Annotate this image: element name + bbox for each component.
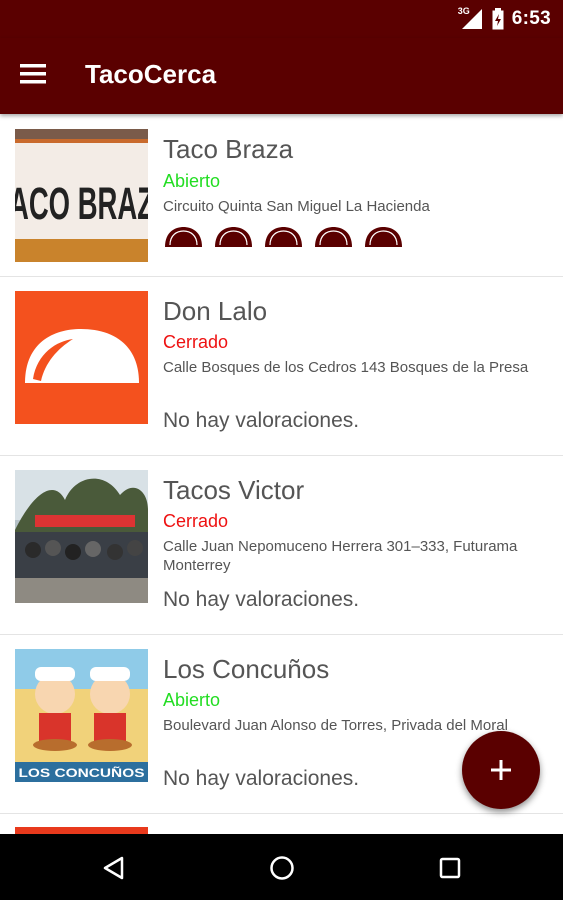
list-item[interactable] bbox=[0, 814, 563, 834]
restaurant-thumbnail bbox=[15, 470, 148, 603]
taco-rating-icon bbox=[265, 227, 302, 247]
taco-rating-icon bbox=[215, 227, 252, 247]
battery-icon bbox=[492, 8, 504, 30]
restaurant-thumbnail bbox=[15, 291, 148, 424]
status-bar: 3G 6:53 bbox=[0, 0, 563, 38]
restaurant-status: Abierto bbox=[163, 171, 221, 191]
taco-rating-icon bbox=[165, 227, 202, 247]
menu-button[interactable] bbox=[20, 58, 60, 94]
thumbnail-text: LOS CONCUÑOS bbox=[19, 765, 145, 780]
restaurant-thumbnail: ACO BRAZ bbox=[15, 129, 148, 262]
list-item[interactable]: Tacos Victor Cerrado Calle Juan Nepomuce… bbox=[0, 456, 563, 634]
list-item[interactable]: Don Lalo Cerrado Calle Bosques de los Ce… bbox=[0, 277, 563, 455]
rating-text: No hay valoraciones. bbox=[163, 588, 360, 611]
restaurant-address: Boulevard Juan Alonso de Torres, Privada… bbox=[163, 717, 508, 734]
restaurant-status: Cerrado bbox=[163, 511, 229, 531]
restaurant-name: Don Lalo bbox=[163, 296, 268, 326]
thumbnail-text: ACO BRAZ bbox=[15, 178, 148, 229]
restaurant-name: Los Concuños bbox=[163, 654, 330, 684]
rating-tacos bbox=[163, 225, 404, 249]
restaurant-list[interactable]: ACO BRAZ Taco Braza Abierto Circuito Qui… bbox=[0, 114, 563, 834]
restaurant-address: Calle Juan Nepomuceno Herrera 301–333, F… bbox=[163, 538, 518, 574]
navigation-bar bbox=[0, 834, 563, 900]
restaurant-status: Cerrado bbox=[163, 332, 229, 352]
back-icon bbox=[103, 856, 124, 880]
rating-text: No hay valoraciones. bbox=[163, 767, 360, 790]
list-item[interactable]: ACO BRAZ Taco Braza Abierto Circuito Qui… bbox=[0, 114, 563, 276]
restaurant-name: Tacos Victor bbox=[163, 475, 305, 505]
taco-rating-icon bbox=[365, 227, 402, 247]
add-icon bbox=[491, 760, 511, 780]
recents-icon bbox=[439, 857, 461, 879]
taco-rating-icon bbox=[315, 227, 352, 247]
add-restaurant-button[interactable] bbox=[462, 731, 540, 809]
back-button[interactable] bbox=[94, 848, 134, 888]
taco-icon bbox=[25, 329, 139, 383]
network-type-label: 3G bbox=[457, 6, 470, 16]
recents-button[interactable] bbox=[430, 848, 470, 888]
restaurant-thumbnail: LOS CONCUÑOS bbox=[15, 649, 148, 782]
status-time: 6:53 bbox=[511, 8, 551, 29]
restaurant-status: Abierto bbox=[163, 690, 221, 710]
home-icon bbox=[270, 856, 294, 880]
home-button[interactable] bbox=[262, 848, 302, 888]
app-bar: TacoCerca bbox=[0, 38, 563, 114]
restaurant-address: Circuito Quinta San Miguel La Hacienda bbox=[163, 198, 430, 215]
restaurant-address: Calle Bosques de los Cedros 143 Bosques … bbox=[163, 359, 529, 376]
signal-icon: 3G bbox=[457, 6, 484, 30]
restaurant-name: Taco Braza bbox=[163, 134, 294, 164]
menu-icon bbox=[20, 64, 46, 84]
rating-text: No hay valoraciones. bbox=[163, 409, 360, 432]
app-title: TacoCerca bbox=[85, 59, 217, 89]
restaurant-thumbnail bbox=[15, 827, 148, 834]
